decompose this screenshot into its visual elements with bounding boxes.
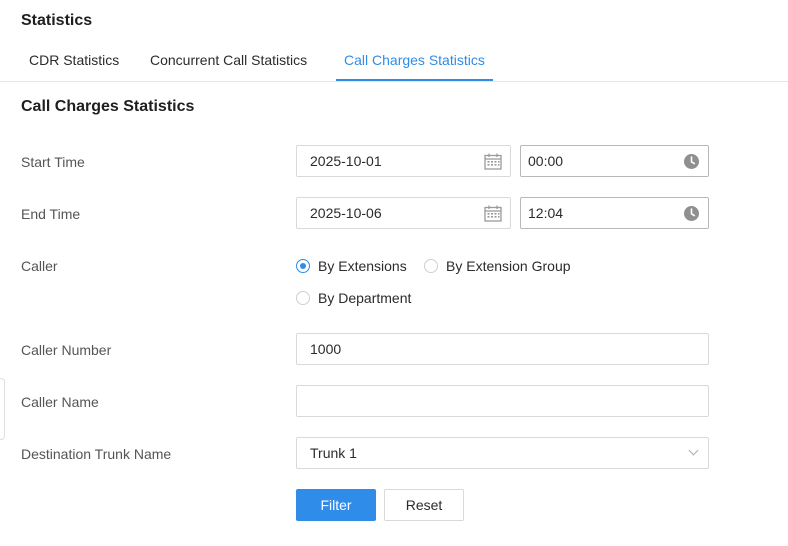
- end-date-value: 2025-10-06: [310, 205, 382, 221]
- destination-trunk-value: Trunk 1: [310, 445, 357, 461]
- end-date-input[interactable]: 2025-10-06: [296, 197, 511, 229]
- tab-call-charges-statistics[interactable]: Call Charges Statistics: [344, 52, 485, 68]
- filter-button[interactable]: Filter: [296, 489, 376, 521]
- radio-unchecked-icon: [296, 291, 310, 305]
- radio-checked-icon: [296, 259, 310, 273]
- radio-label: By Department: [318, 290, 412, 306]
- caller-number-input[interactable]: 1000: [296, 333, 709, 365]
- reset-button[interactable]: Reset: [384, 489, 464, 521]
- radio-label: By Extensions: [318, 258, 407, 274]
- calendar-icon[interactable]: [484, 205, 502, 222]
- page-title: Statistics: [21, 12, 93, 29]
- destination-trunk-label: Destination Trunk Name: [21, 446, 172, 462]
- clock-icon[interactable]: [683, 205, 700, 222]
- start-date-input[interactable]: 2025-10-01: [296, 145, 511, 177]
- section-title: Call Charges Statistics: [21, 98, 195, 115]
- caller-label: Caller: [21, 258, 58, 274]
- start-time-label: Start Time: [21, 154, 85, 170]
- start-date-value: 2025-10-01: [310, 153, 382, 169]
- tab-concurrent-call-statistics[interactable]: Concurrent Call Statistics: [150, 52, 307, 68]
- caller-number-label: Caller Number: [21, 342, 112, 358]
- tab-cdr-statistics[interactable]: CDR Statistics: [29, 52, 119, 68]
- end-time-label: End Time: [21, 206, 81, 222]
- end-time-value: 12:04: [528, 205, 564, 221]
- radio-by-extension-group[interactable]: By Extension Group: [424, 258, 571, 274]
- start-time-input[interactable]: 00:00: [520, 145, 709, 177]
- destination-trunk-select[interactable]: Trunk 1: [296, 437, 709, 469]
- active-tab-indicator: [336, 79, 493, 81]
- clock-icon[interactable]: [683, 153, 700, 170]
- tab-bar: CDR Statistics Concurrent Call Statistic…: [0, 44, 788, 82]
- radio-by-extensions[interactable]: By Extensions: [296, 258, 407, 274]
- radio-by-department[interactable]: By Department: [296, 290, 411, 306]
- caller-name-label: Caller Name: [21, 394, 99, 410]
- caller-number-value: 1000: [310, 341, 342, 357]
- side-edge-handle: [0, 378, 5, 440]
- start-time-value: 00:00: [528, 153, 564, 169]
- end-time-input[interactable]: 12:04: [520, 197, 709, 229]
- chevron-down-icon[interactable]: [688, 445, 699, 456]
- radio-label: By Extension Group: [446, 258, 571, 274]
- radio-unchecked-icon: [424, 259, 438, 273]
- calendar-icon[interactable]: [484, 153, 502, 170]
- caller-name-input[interactable]: [296, 385, 709, 417]
